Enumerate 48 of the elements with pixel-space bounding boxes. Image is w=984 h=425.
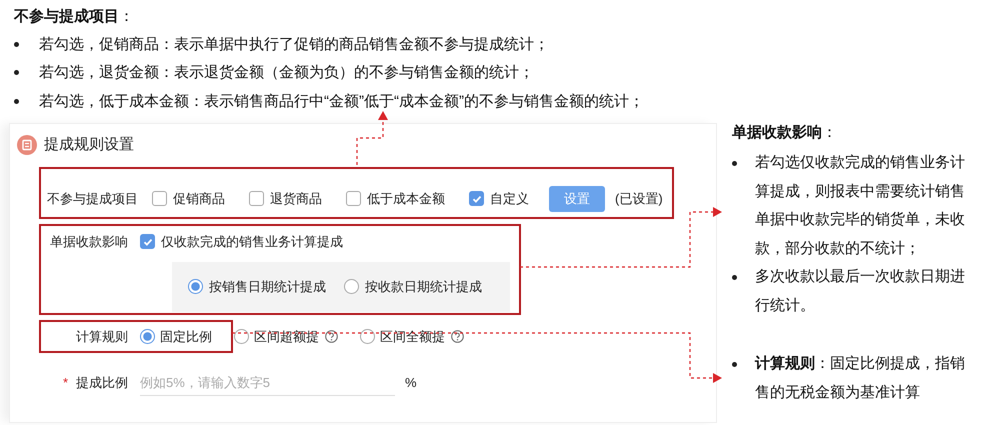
bullet-icon bbox=[14, 98, 19, 104]
note-text: 若勾选仅收款完成的销售业务计算提成，则报表中需要统计销售单据中收款完毕的销货单，未收款，部分收款的不统计； bbox=[755, 153, 966, 258]
radio-button[interactable] bbox=[140, 329, 155, 344]
checkbox[interactable] bbox=[152, 191, 167, 206]
bullet-icon bbox=[732, 275, 737, 280]
radio-label: 区间超额提 bbox=[254, 328, 319, 346]
radio-button[interactable] bbox=[360, 329, 375, 344]
checkbox[interactable] bbox=[346, 191, 361, 206]
checkbox-label: 退货商品 bbox=[270, 190, 322, 208]
dashed-arrow bbox=[356, 111, 388, 165]
radio-label: 按销售日期统计提成 bbox=[209, 278, 326, 296]
checkbox-label: 低于成本金额 bbox=[367, 190, 445, 208]
field-label: 提成比例 bbox=[76, 374, 128, 390]
checkbox-label: 自定义 bbox=[490, 190, 529, 208]
panel-title: 提成规则设置 bbox=[44, 135, 134, 154]
help-icon[interactable] bbox=[451, 330, 464, 343]
radio-label: 按收款日期统计提成 bbox=[365, 278, 482, 296]
checkbox[interactable] bbox=[140, 234, 155, 249]
unit-label: % bbox=[405, 375, 417, 390]
required-mark: * bbox=[62, 374, 68, 390]
field-label: 不参与提成项目 bbox=[46, 190, 139, 208]
bullet-icon bbox=[14, 70, 19, 76]
radio-label: 固定比例 bbox=[160, 328, 212, 346]
section-heading: 单据收款影响： bbox=[732, 123, 838, 143]
list-icon bbox=[17, 134, 37, 154]
note-text: 若勾选，促销商品：表示单据中执行了促销的商品销售金额不参与提成统计； bbox=[39, 34, 549, 54]
radio-button[interactable] bbox=[234, 329, 249, 344]
radio-button[interactable] bbox=[188, 279, 203, 294]
checkbox[interactable] bbox=[249, 191, 264, 206]
status-text: (已设置) bbox=[615, 190, 663, 208]
note-text: 计算规则：固定比例提成，指销售的无税金额为基准计算 bbox=[755, 354, 966, 402]
checkbox-label: 仅收款完成的销售业务计算提成 bbox=[161, 232, 343, 250]
input-field[interactable]: 例如5%，请输入数字5 bbox=[140, 369, 395, 396]
bullet-icon bbox=[14, 42, 19, 47]
field-label: 计算规则 bbox=[75, 328, 129, 346]
note-text: 多次收款以最后一次收款日期进行统计。 bbox=[755, 267, 966, 316]
settings-button[interactable]: 设置 bbox=[549, 186, 605, 212]
bullet-icon bbox=[732, 362, 737, 367]
note-text: 若勾选，低于成本金额：表示销售商品行中“金额”低于“成本金额”的不参与销售金额的统计； bbox=[39, 92, 644, 111]
checkbox[interactable] bbox=[469, 191, 484, 206]
bullet-icon bbox=[732, 161, 737, 166]
help-icon[interactable] bbox=[325, 330, 338, 343]
note-text: 若勾选，退货金额：表示退货金额（金额为负）的不参与销售金额的统计； bbox=[39, 63, 534, 82]
field-label: 单据收款影响 bbox=[49, 232, 129, 250]
section-heading: 不参与提成项目： bbox=[14, 7, 135, 27]
radio-label: 区间全额提 bbox=[380, 328, 445, 346]
checkbox-label: 促销商品 bbox=[173, 190, 225, 208]
radio-button[interactable] bbox=[344, 279, 359, 294]
